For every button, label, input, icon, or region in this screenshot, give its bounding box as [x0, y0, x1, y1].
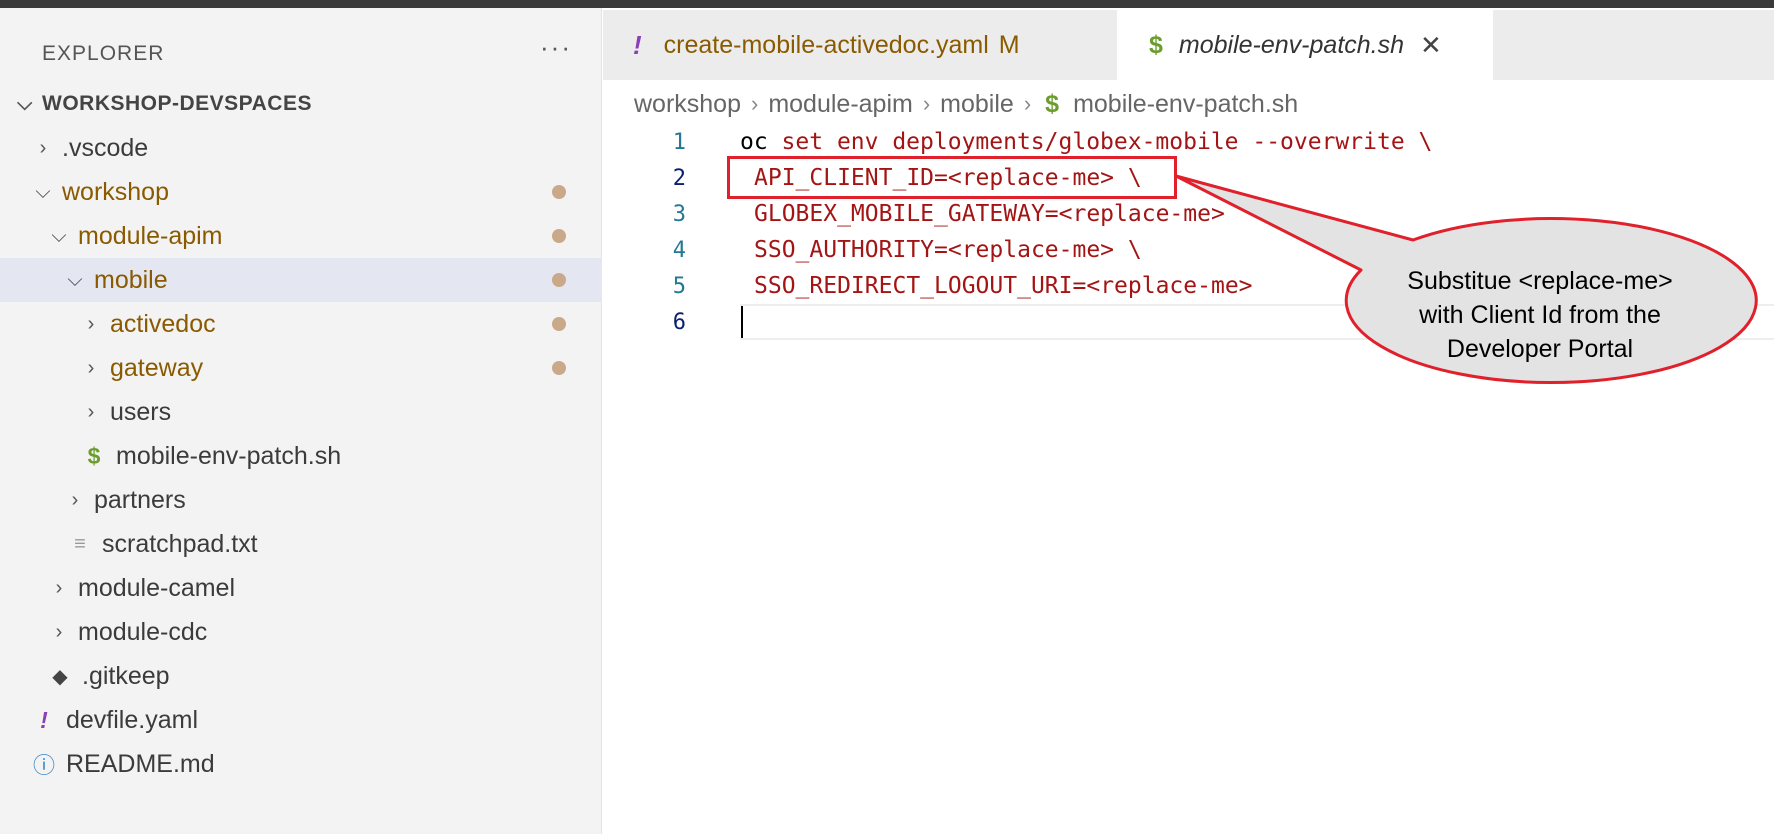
- tree-item-label: README.md: [66, 749, 215, 778]
- text-cursor: [741, 306, 743, 338]
- tree-item-label: module-camel: [78, 573, 236, 602]
- code-line-3: 3 GLOBEX_MOBILE_GATEWAY =<replace-me>: [640, 196, 1774, 232]
- breadcrumb-item-module-apim[interactable]: module-apim: [768, 90, 913, 119]
- modified-dot-icon: [552, 229, 566, 243]
- modified-badge: M: [998, 30, 1020, 59]
- line-number: 1: [672, 129, 686, 155]
- tree-item-module-apim[interactable]: ⌵ module-apim: [0, 214, 602, 258]
- code-token: =<replace-me>: [1044, 201, 1225, 227]
- annotation-highlight-box: [727, 156, 1177, 199]
- modified-dot-icon: [552, 361, 566, 375]
- tab-create-mobile-activedoc[interactable]: ! create-mobile-activedoc.yaml M: [603, 10, 1117, 80]
- tree-item-users[interactable]: › users: [0, 390, 602, 434]
- callout-text-line: Substitue <replace-me>: [1407, 267, 1673, 295]
- tree-item-label: partners: [94, 485, 186, 514]
- code-token: oc: [740, 129, 768, 155]
- chevron-right-icon: ›: [39, 136, 47, 159]
- tree-item-label: devfile.yaml: [66, 705, 198, 734]
- breadcrumb-item-mobile[interactable]: mobile: [940, 90, 1014, 119]
- more-actions-icon[interactable]: ···: [540, 32, 572, 63]
- tree-item-gitkeep[interactable]: ◆ .gitkeep: [0, 654, 602, 698]
- line-number: 5: [672, 273, 686, 299]
- callout-text-line: with Client Id from the: [1419, 301, 1661, 329]
- tree-item-readme[interactable]: ⓘ README.md: [0, 742, 602, 786]
- chevron-right-icon: ›: [87, 356, 95, 379]
- callout-text-line: Developer Portal: [1446, 335, 1634, 363]
- tree-item-label: users: [110, 397, 172, 426]
- tree-item-label: workshop: [62, 177, 169, 206]
- breadcrumb: workshop › module-apim › mobile › $ mobi…: [634, 86, 1298, 122]
- chevron-right-icon: ›: [1023, 91, 1032, 116]
- tree-root-workshop-devspaces[interactable]: ⌵ WORKSHOP-DEVSPACES: [0, 82, 602, 126]
- tree-item-mobile-env-patch[interactable]: $ mobile-env-patch.sh: [0, 434, 602, 478]
- chevron-down-icon: ⌵: [67, 268, 83, 291]
- chevron-down-icon: ⌵: [51, 224, 67, 247]
- shell-file-icon: $: [1045, 89, 1060, 118]
- breadcrumb-item-file[interactable]: mobile-env-patch.sh: [1073, 90, 1298, 119]
- tree-item-scratchpad[interactable]: ≡ scratchpad.txt: [0, 522, 602, 566]
- git-file-icon: ◆: [52, 665, 68, 688]
- modified-dot-icon: [552, 185, 566, 199]
- chevron-right-icon: ›: [55, 576, 63, 599]
- code-token: =<replace-me> \: [934, 237, 1142, 263]
- code-token: =<replace-me>: [1072, 273, 1253, 299]
- yaml-file-icon: !: [40, 706, 48, 733]
- tree-item-gateway[interactable]: › gateway: [0, 346, 602, 390]
- code-token: SSO_AUTHORITY: [754, 237, 935, 263]
- tree-item-module-cdc[interactable]: › module-cdc: [0, 610, 602, 654]
- chevron-right-icon: ›: [55, 620, 63, 643]
- modified-dot-icon: [552, 317, 566, 331]
- line-number: 4: [672, 237, 686, 263]
- explorer-sidebar: EXPLORER ··· ⌵ WORKSHOP-DEVSPACES › .vsc…: [0, 8, 602, 834]
- shell-file-icon: $: [87, 442, 101, 469]
- code-line-4: 4 SSO_AUTHORITY =<replace-me> \: [640, 232, 1774, 268]
- tree-item-activedoc[interactable]: › activedoc: [0, 302, 602, 346]
- tree-item-label: activedoc: [110, 309, 216, 338]
- code-token: SSO_REDIRECT_LOGOUT_URI: [754, 273, 1073, 299]
- chevron-right-icon: ›: [87, 400, 95, 423]
- tree-item-label: module-cdc: [78, 617, 208, 646]
- chevron-right-icon: ›: [87, 312, 95, 335]
- file-tree: ⌵ WORKSHOP-DEVSPACES › .vscode ⌵ worksho…: [0, 82, 602, 786]
- explorer-header: EXPLORER: [42, 42, 165, 65]
- code-token: set env deployments/globex-mobile --over…: [767, 129, 1433, 155]
- code-line-1: 1 oc set env deployments/globex-mobile -…: [640, 124, 1774, 160]
- tree-item-module-camel[interactable]: › module-camel: [0, 566, 602, 610]
- text-file-icon: ≡: [74, 532, 86, 555]
- callout-text: Substitue <replace-me> with Client Id fr…: [1340, 264, 1740, 366]
- tab-label: create-mobile-activedoc.yaml: [663, 30, 989, 59]
- tree-item-label: mobile: [94, 265, 168, 294]
- tree-item-vscode[interactable]: › .vscode: [0, 126, 602, 170]
- breadcrumb-item-workshop[interactable]: workshop: [634, 90, 741, 119]
- tree-item-mobile[interactable]: ⌵ mobile: [0, 258, 602, 302]
- tree-item-label: module-apim: [78, 221, 223, 250]
- tree-item-devfile[interactable]: ! devfile.yaml: [0, 698, 602, 742]
- tree-item-label: gateway: [110, 353, 204, 382]
- tree-item-label: mobile-env-patch.sh: [116, 441, 342, 470]
- chevron-down-icon: ⌵: [35, 180, 51, 203]
- editor-tab-bar: ! create-mobile-activedoc.yaml M $ mobil…: [603, 10, 1774, 80]
- modified-dot-icon: [552, 273, 566, 287]
- shell-file-icon: $: [1149, 30, 1163, 59]
- tab-mobile-env-patch[interactable]: $ mobile-env-patch.sh ✕: [1117, 10, 1493, 80]
- line-number: 6: [672, 309, 686, 335]
- tree-item-label: scratchpad.txt: [102, 529, 258, 558]
- info-file-icon: ⓘ: [32, 753, 55, 778]
- yaml-file-icon: !: [633, 29, 642, 60]
- tree-item-workshop[interactable]: ⌵ workshop: [0, 170, 602, 214]
- window-top-bar: [0, 0, 1774, 8]
- line-number: 3: [672, 201, 686, 227]
- chevron-down-icon: ⌵: [17, 92, 33, 115]
- tab-label: mobile-env-patch.sh: [1178, 30, 1405, 59]
- chevron-right-icon: ›: [922, 91, 931, 116]
- tree-item-label: .gitkeep: [82, 661, 170, 690]
- close-icon[interactable]: ✕: [1420, 30, 1442, 61]
- tree-item-partners[interactable]: › partners: [0, 478, 602, 522]
- tree-root-label: WORKSHOP-DEVSPACES: [42, 92, 312, 115]
- chevron-right-icon: ›: [71, 488, 79, 511]
- line-number: 2: [672, 165, 686, 191]
- tree-item-label: .vscode: [62, 133, 149, 162]
- chevron-right-icon: ›: [751, 91, 759, 116]
- code-token: GLOBEX_MOBILE_GATEWAY: [754, 201, 1045, 227]
